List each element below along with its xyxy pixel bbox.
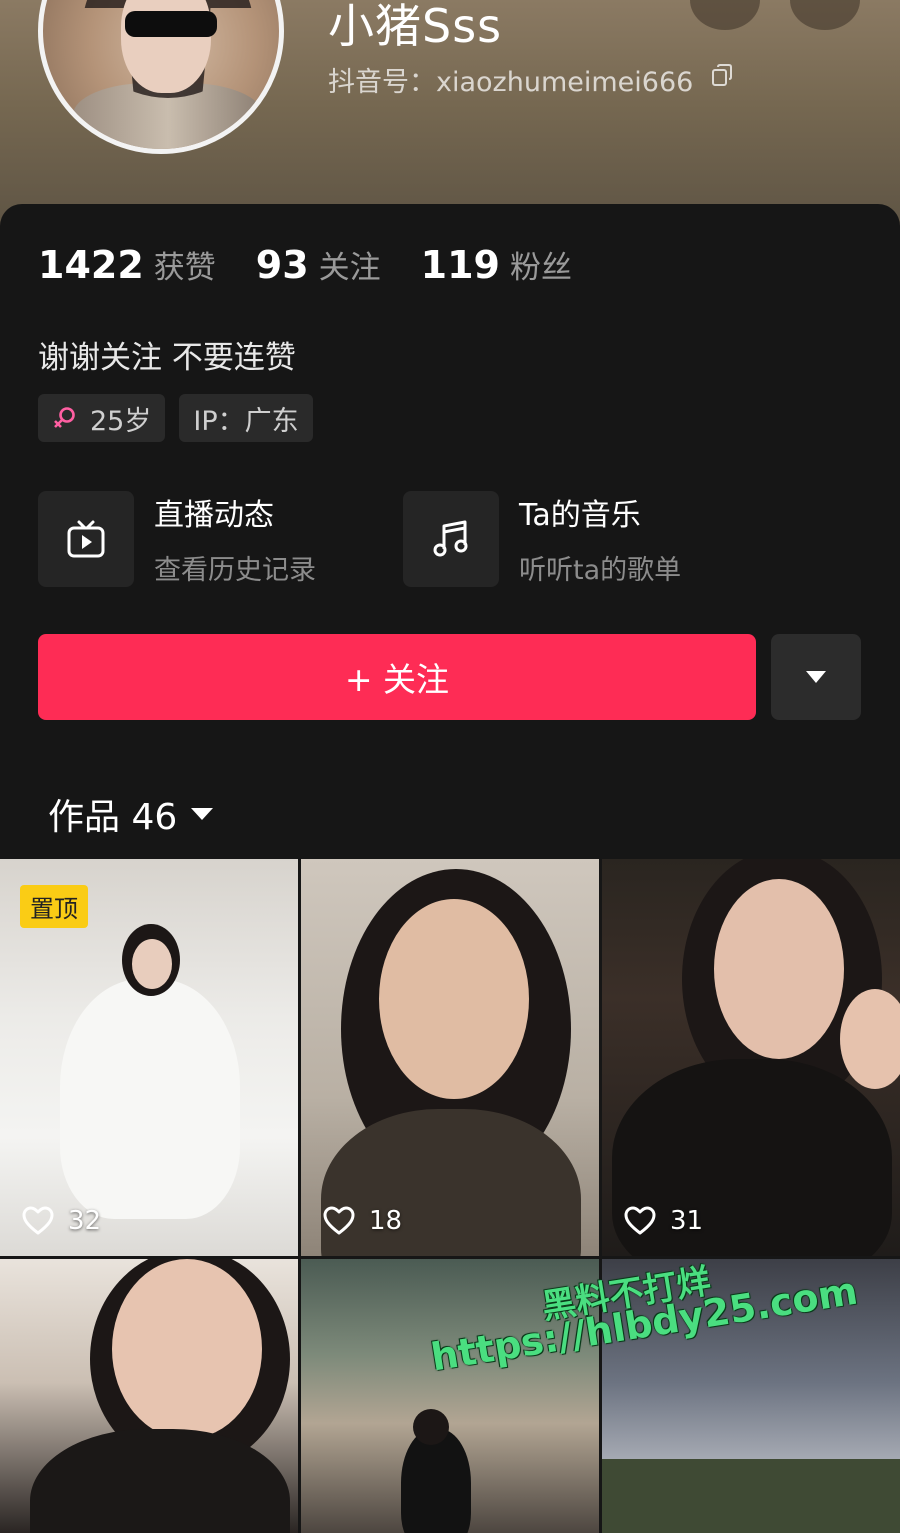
tv-play-icon: [38, 490, 134, 587]
caret-down-icon: [191, 808, 214, 820]
like-count-value: 31: [670, 1206, 704, 1236]
works-label: 作品 46: [48, 797, 178, 838]
follow-button[interactable]: + 关注: [38, 634, 756, 720]
stat-likes[interactable]: 1422 获赞: [38, 242, 216, 287]
stat-following[interactable]: 93 关注: [256, 242, 381, 287]
more-options-button[interactable]: [771, 634, 861, 720]
heart-icon: [22, 1206, 54, 1235]
profile-header: 小猪Sss 抖音号：xiaozhumeimei666: [0, 0, 900, 230]
caret-down-icon: [806, 671, 826, 683]
stat-label: 关注: [318, 250, 381, 286]
bio: 谢谢关注 不要连赞: [38, 340, 296, 376]
entry-title: Ta的音乐: [519, 498, 641, 533]
heart-icon: [624, 1206, 656, 1235]
douyin-id: 抖音号：xiaozhumeimei666: [328, 67, 694, 98]
feature-entries: 直播动态 查看历史记录 Ta的音乐 听听ta的歌单: [38, 490, 768, 587]
video-thumbnail[interactable]: 置顶 32: [0, 859, 298, 1256]
video-thumbnail[interactable]: 31: [602, 859, 900, 1256]
stat-label: 获赞: [153, 250, 216, 286]
music-note-icon: [403, 490, 499, 587]
profile-panel: 1422 获赞 93 关注 119 粉丝 谢谢关注 不要连赞 25岁 IP：广东: [0, 204, 900, 864]
header-background-decoration: [690, 0, 760, 30]
video-thumbnail[interactable]: [0, 1259, 298, 1533]
like-count: 31: [624, 1206, 703, 1236]
header-background-decoration: [790, 0, 860, 30]
stat-followers[interactable]: 119 粉丝: [421, 242, 572, 287]
music-entry[interactable]: Ta的音乐 听听ta的歌单: [403, 490, 768, 587]
stat-value: 93: [255, 243, 309, 287]
live-history-entry[interactable]: 直播动态 查看历史记录: [38, 490, 403, 587]
pinned-badge: 置顶: [20, 885, 88, 928]
age-tag: 25岁: [38, 394, 166, 442]
ip-label: IP：广东: [193, 405, 299, 437]
like-count: 18: [323, 1206, 402, 1236]
avatar[interactable]: [38, 0, 284, 154]
like-count: 32: [22, 1206, 101, 1236]
copy-icon[interactable]: [712, 64, 732, 86]
stat-value: 1422: [38, 243, 144, 287]
works-tab[interactable]: 作品 46: [48, 788, 214, 840]
age-label: 25岁: [90, 405, 152, 437]
entry-subtitle: 听听ta的歌单: [519, 555, 682, 586]
ip-tag: IP：广东: [179, 394, 313, 442]
entry-title: 直播动态: [154, 498, 274, 533]
video-thumbnail[interactable]: 18: [301, 859, 599, 1256]
like-count-value: 18: [369, 1206, 403, 1236]
profile-tags: 25岁 IP：广东: [38, 394, 327, 442]
heart-icon: [323, 1206, 355, 1235]
stats-row: 1422 获赞 93 关注 119 粉丝: [38, 242, 612, 287]
like-count-value: 32: [68, 1206, 102, 1236]
entry-subtitle: 查看历史记录: [154, 555, 316, 586]
stat-value: 119: [420, 243, 500, 287]
female-symbol-icon: [54, 407, 75, 428]
stat-label: 粉丝: [509, 250, 572, 286]
nickname: 小猪Sss: [328, 0, 503, 53]
watermark: 黑料不打烊 https://hlbdy25.com: [420, 1261, 880, 1410]
